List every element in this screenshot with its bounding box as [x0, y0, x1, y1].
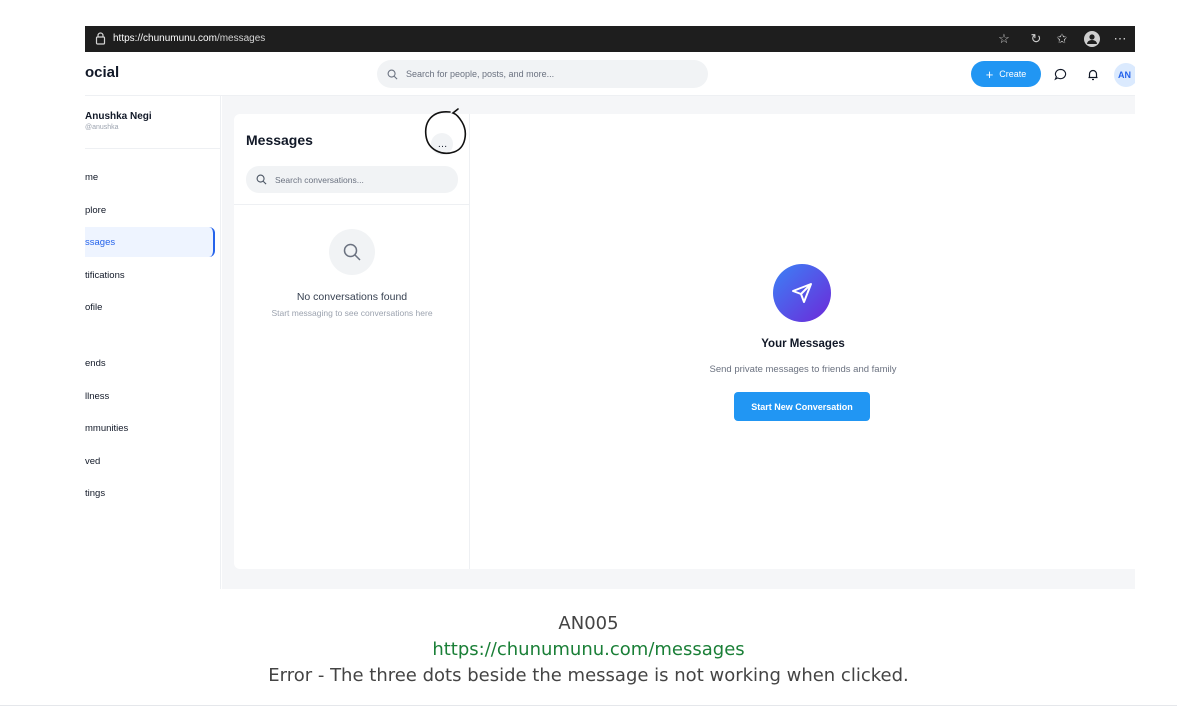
create-button[interactable]: + Create — [971, 61, 1041, 87]
profile-icon[interactable] — [1083, 30, 1101, 48]
lock-icon — [95, 32, 106, 45]
app-header: ocial Search for people, posts, and more… — [85, 52, 1135, 96]
sidebar-item-saved[interactable]: ved — [85, 446, 215, 476]
global-search-input[interactable]: Search for people, posts, and more... — [377, 60, 708, 88]
conversations-panel: Messages … Search conversations... No co… — [234, 108, 470, 569]
user-avatar[interactable]: AN — [1114, 63, 1135, 87]
browser-url[interactable]: https://chunumunu.com/messages — [113, 33, 265, 44]
browser-address-bar: https://chunumunu.com/messages ☆ ↻ ✩ ⋯ — [85, 26, 1135, 52]
url-path: /messages — [216, 33, 266, 44]
conversation-search-placeholder: Search conversations... — [275, 174, 364, 185]
sidebar-user-handle: @anushka — [85, 124, 119, 131]
sidebar-item-messages[interactable]: ssages — [85, 227, 215, 257]
sidebar-user-name[interactable]: Anushka Negi — [85, 111, 152, 122]
plus-icon: + — [985, 66, 994, 82]
search-icon — [387, 69, 398, 79]
sidebar-item-settings[interactable]: tings — [85, 478, 215, 508]
sidebar-item-profile[interactable]: ofile — [85, 292, 215, 322]
sidebar-item-explore[interactable]: plore — [85, 195, 215, 225]
sidebar-item-wellness[interactable]: llness — [85, 381, 215, 411]
message-detail-panel: Your Messages Send private messages to f… — [470, 114, 1135, 569]
sidebar-item-notifications[interactable]: tifications — [85, 260, 215, 290]
messages-title: Messages — [246, 132, 313, 148]
caption-id: AN005 — [558, 613, 619, 634]
start-new-conversation-button[interactable]: Start New Conversation — [734, 392, 870, 421]
browser-menu-icon[interactable]: ⋯ — [1111, 30, 1129, 48]
sidebar-item-communities[interactable]: mmunities — [85, 413, 215, 443]
conversation-search-input[interactable]: Search conversations... — [246, 166, 458, 193]
create-label: Create — [999, 69, 1027, 79]
bottom-divider — [0, 705, 1177, 706]
bookmark-star-icon[interactable]: ☆ — [995, 30, 1013, 48]
global-search-placeholder: Search for people, posts, and more... — [406, 69, 555, 79]
caption-url[interactable]: https://chunumunu.com/messages — [0, 637, 1177, 663]
detail-subtitle: Send private messages to friends and fam… — [709, 364, 897, 375]
refresh-icon[interactable]: ↻ — [1027, 30, 1045, 48]
main-content: Messages … Search conversations... No co… — [222, 96, 1135, 589]
sidebar: Anushka Negi @anushka me plore ssages ti… — [85, 96, 221, 589]
sidebar-item-friends[interactable]: ends — [85, 348, 215, 378]
search-icon — [256, 174, 267, 185]
messages-card: Messages … Search conversations... No co… — [234, 108, 1135, 569]
detail-title: Your Messages — [761, 338, 845, 350]
url-domain: https://chunumunu.com — [113, 33, 217, 44]
chat-icon[interactable] — [1051, 65, 1069, 83]
brand-logo[interactable]: ocial — [85, 64, 119, 81]
empty-search-icon — [329, 229, 375, 275]
sidebar-divider — [85, 148, 221, 149]
conversations-divider — [234, 204, 470, 205]
empty-state-title: No conversations found — [296, 291, 408, 303]
bug-report-caption: AN005 https://chunumunu.com/messages Err… — [0, 611, 1177, 689]
sidebar-item-home[interactable]: me — [85, 162, 215, 192]
more-options-button[interactable]: … — [431, 133, 453, 155]
app-screenshot: https://chunumunu.com/messages ☆ ↻ ✩ ⋯ o… — [85, 26, 1135, 589]
favorites-icon[interactable]: ✩ — [1053, 30, 1071, 48]
bell-icon[interactable] — [1084, 65, 1102, 83]
empty-state-subtitle: Start messaging to see conversations her… — [271, 308, 433, 318]
caption-error: Error - The three dots beside the messag… — [268, 665, 909, 686]
send-icon — [773, 264, 831, 322]
